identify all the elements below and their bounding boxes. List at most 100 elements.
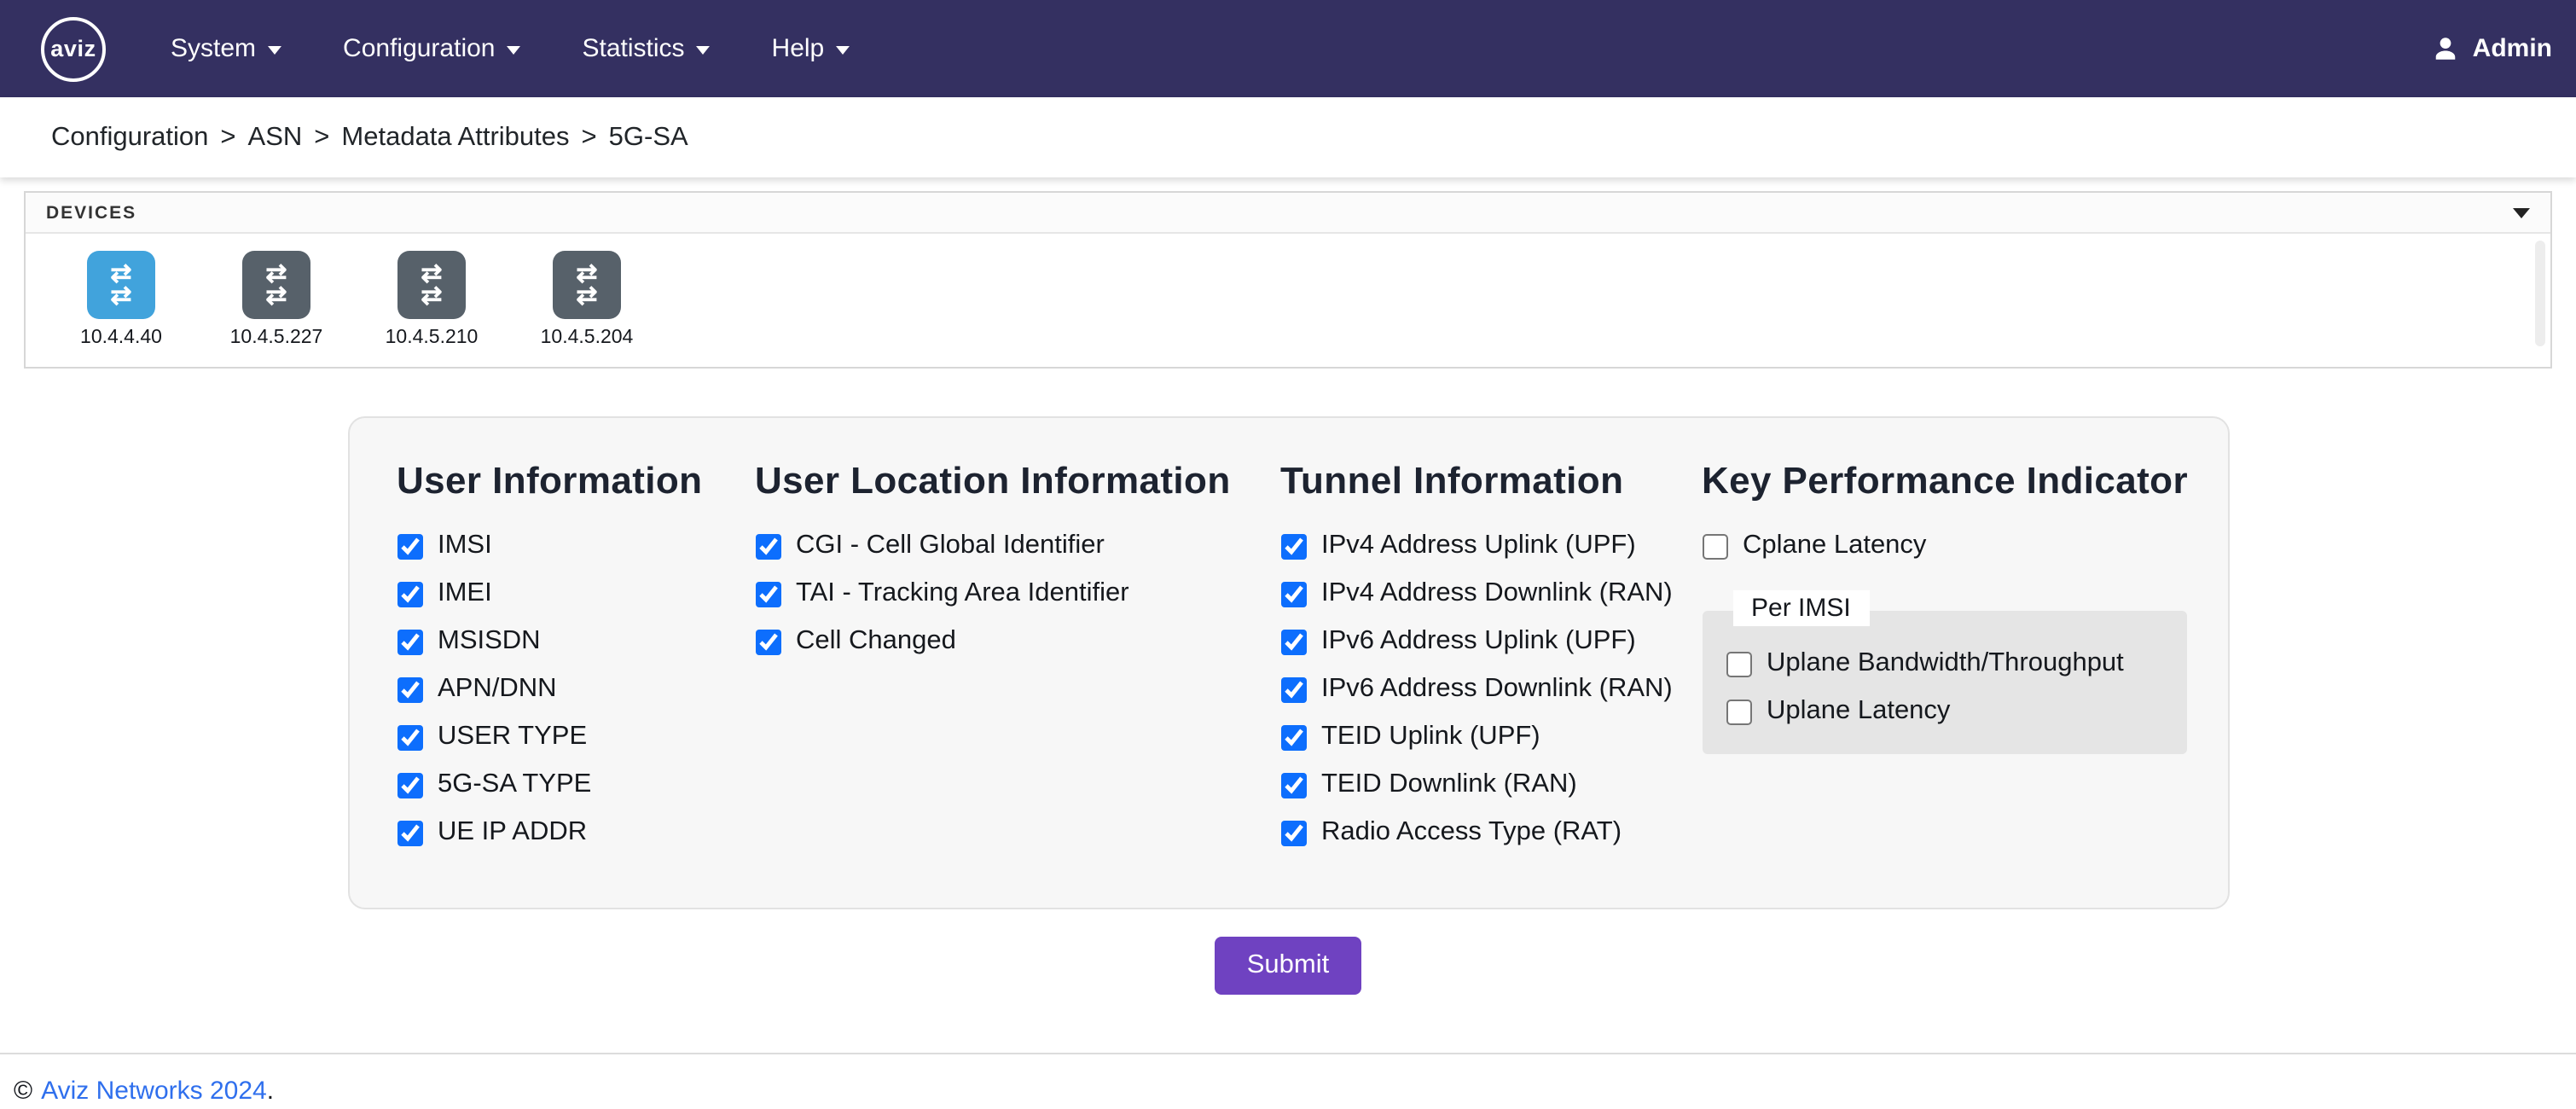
checkbox[interactable]	[1280, 820, 1306, 845]
checkbox-label: MSISDN	[438, 626, 541, 657]
chevron-down-icon	[508, 46, 521, 55]
checkbox[interactable]	[397, 820, 422, 845]
checkbox-label: 5G-SA TYPE	[438, 769, 591, 800]
main-menu: System Configuration Statistics Help	[171, 34, 850, 63]
checkbox-row-5g-sa-type[interactable]: 5G-SA TYPE	[397, 761, 755, 809]
checkbox[interactable]	[755, 533, 780, 559]
page: aviz System Configuration Statistics Hel…	[0, 0, 2576, 1109]
checkbox[interactable]	[397, 629, 422, 654]
device-item[interactable]: ⇄⇄ 10.4.5.227	[222, 251, 331, 348]
section-tunnel-information: Tunnel Information IPv4 Address Uplink (…	[1280, 459, 1702, 856]
devices-list: ⇄⇄ 10.4.4.40 ⇄⇄ 10.4.5.227 ⇄⇄ 10.4.5.210…	[26, 234, 2550, 367]
switch-icon: ⇄⇄	[397, 251, 466, 319]
checkbox-row-apn-dnn[interactable]: APN/DNN	[397, 665, 755, 713]
metadata-attributes-card: User Information IMSI IMEI MSISDN APN/DN…	[347, 416, 2229, 909]
checkbox-row-teid-uplink[interactable]: TEID Uplink (UPF)	[1280, 713, 1702, 761]
menu-help[interactable]: Help	[772, 34, 850, 63]
checkbox-row-imsi[interactable]: IMSI	[397, 522, 755, 570]
section-title: Tunnel Information	[1280, 459, 1702, 503]
checkbox-row-tai[interactable]: TAI - Tracking Area Identifier	[755, 570, 1280, 618]
breadcrumb-5g-sa: 5G-SA	[609, 122, 688, 153]
breadcrumb: Configuration > ASN > Metadata Attribute…	[0, 97, 2576, 177]
checkbox[interactable]	[1280, 772, 1306, 798]
checkbox-label: APN/DNN	[438, 674, 557, 705]
checkbox-label: IPv4 Address Uplink (UPF)	[1321, 531, 1636, 561]
checkbox-row-cgi[interactable]: CGI - Cell Global Identifier	[755, 522, 1280, 570]
per-imsi-title: Per IMSI	[1732, 590, 1870, 626]
chevron-down-icon	[697, 46, 711, 55]
device-item[interactable]: ⇄⇄ 10.4.5.204	[532, 251, 641, 348]
breadcrumb-asn[interactable]: ASN	[248, 122, 303, 153]
checkbox[interactable]	[1280, 724, 1306, 750]
menu-statistics[interactable]: Statistics	[583, 34, 711, 63]
menu-system[interactable]: System	[171, 34, 281, 63]
checkbox-row-msisdn[interactable]: MSISDN	[397, 618, 755, 665]
checkbox-row-teid-downlink[interactable]: TEID Downlink (RAN)	[1280, 761, 1702, 809]
switch-icon: ⇄⇄	[553, 251, 621, 319]
breadcrumb-metadata-attributes[interactable]: Metadata Attributes	[341, 122, 569, 153]
breadcrumb-separator: >	[220, 122, 235, 153]
chevron-down-icon	[268, 46, 281, 55]
section-key-performance-indicator: Key Performance Indicator Cplane Latency…	[1702, 459, 2213, 856]
checkbox-row-ipv4-uplink[interactable]: IPv4 Address Uplink (UPF)	[1280, 522, 1702, 570]
checkbox-row-rat[interactable]: Radio Access Type (RAT)	[1280, 809, 1702, 856]
menu-configuration[interactable]: Configuration	[343, 34, 520, 63]
checkbox[interactable]	[755, 581, 780, 607]
collapse-chevron-icon[interactable]	[2513, 207, 2530, 218]
checkbox-label: Cplane Latency	[1743, 531, 1926, 561]
checkbox-label: TEID Downlink (RAN)	[1321, 769, 1577, 800]
checkbox-label: IPv6 Address Downlink (RAN)	[1321, 674, 1673, 705]
switch-icon: ⇄⇄	[87, 251, 155, 319]
checkbox[interactable]	[397, 581, 422, 607]
checkbox-row-ipv6-uplink[interactable]: IPv6 Address Uplink (UPF)	[1280, 618, 1702, 665]
devices-title: DEVICES	[46, 202, 136, 223]
checkbox-row-imei[interactable]: IMEI	[397, 570, 755, 618]
device-item[interactable]: ⇄⇄ 10.4.4.40	[67, 251, 176, 348]
checkbox[interactable]	[1280, 629, 1306, 654]
checkbox[interactable]	[397, 676, 422, 702]
checkbox[interactable]	[397, 533, 422, 559]
checkbox-row-uplane-bandwidth[interactable]: Uplane Bandwidth/Throughput	[1726, 640, 2162, 688]
checkbox-label: IMEI	[438, 578, 492, 609]
section-user-information: User Information IMSI IMEI MSISDN APN/DN…	[397, 459, 755, 856]
checkbox[interactable]	[1280, 533, 1306, 559]
page-footer: ©Aviz Networks 2024.	[0, 1053, 2576, 1106]
checkbox[interactable]	[1726, 651, 1751, 676]
checkbox-row-user-type[interactable]: USER TYPE	[397, 713, 755, 761]
menu-configuration-label: Configuration	[343, 34, 495, 63]
checkbox-row-ipv4-downlink[interactable]: IPv4 Address Downlink (RAN)	[1280, 570, 1702, 618]
device-item[interactable]: ⇄⇄ 10.4.5.210	[377, 251, 486, 348]
checkbox[interactable]	[1726, 699, 1751, 724]
admin-user-menu[interactable]: Admin	[2432, 34, 2552, 63]
footer-link[interactable]: Aviz Networks 2024	[41, 1077, 267, 1106]
checkbox-row-uplane-latency[interactable]: Uplane Latency	[1726, 688, 2162, 735]
checkbox[interactable]	[1702, 533, 1727, 559]
section-title: User Location Information	[755, 459, 1280, 503]
checkbox-label: Uplane Bandwidth/Throughput	[1767, 648, 2124, 679]
menu-help-label: Help	[772, 34, 825, 63]
aviz-logo[interactable]: aviz	[41, 16, 106, 81]
checkbox-row-ipv6-downlink[interactable]: IPv6 Address Downlink (RAN)	[1280, 665, 1702, 713]
checkbox-label: CGI - Cell Global Identifier	[796, 531, 1105, 561]
section-title: User Information	[397, 459, 755, 503]
user-icon	[2432, 34, 2461, 63]
chevron-down-icon	[836, 46, 850, 55]
submit-row: Submit	[0, 937, 2576, 995]
checkbox[interactable]	[1280, 581, 1306, 607]
checkbox[interactable]	[1280, 676, 1306, 702]
devices-scrollbar[interactable]	[2535, 241, 2545, 346]
checkbox-label: TEID Uplink (UPF)	[1321, 722, 1540, 752]
checkbox-label: IPv6 Address Uplink (UPF)	[1321, 626, 1636, 657]
submit-button[interactable]: Submit	[1215, 937, 1362, 995]
logo-text: aviz	[50, 36, 96, 61]
checkbox-row-cell-changed[interactable]: Cell Changed	[755, 618, 1280, 665]
devices-panel-header[interactable]: DEVICES	[26, 193, 2550, 234]
checkbox[interactable]	[397, 772, 422, 798]
checkbox-row-cplane-latency[interactable]: Cplane Latency	[1702, 522, 2213, 570]
checkbox-row-ue-ip-addr[interactable]: UE IP ADDR	[397, 809, 755, 856]
breadcrumb-configuration[interactable]: Configuration	[51, 122, 208, 153]
checkbox-label: IMSI	[438, 531, 492, 561]
top-navbar: aviz System Configuration Statistics Hel…	[0, 0, 2576, 97]
checkbox[interactable]	[397, 724, 422, 750]
checkbox[interactable]	[755, 629, 780, 654]
